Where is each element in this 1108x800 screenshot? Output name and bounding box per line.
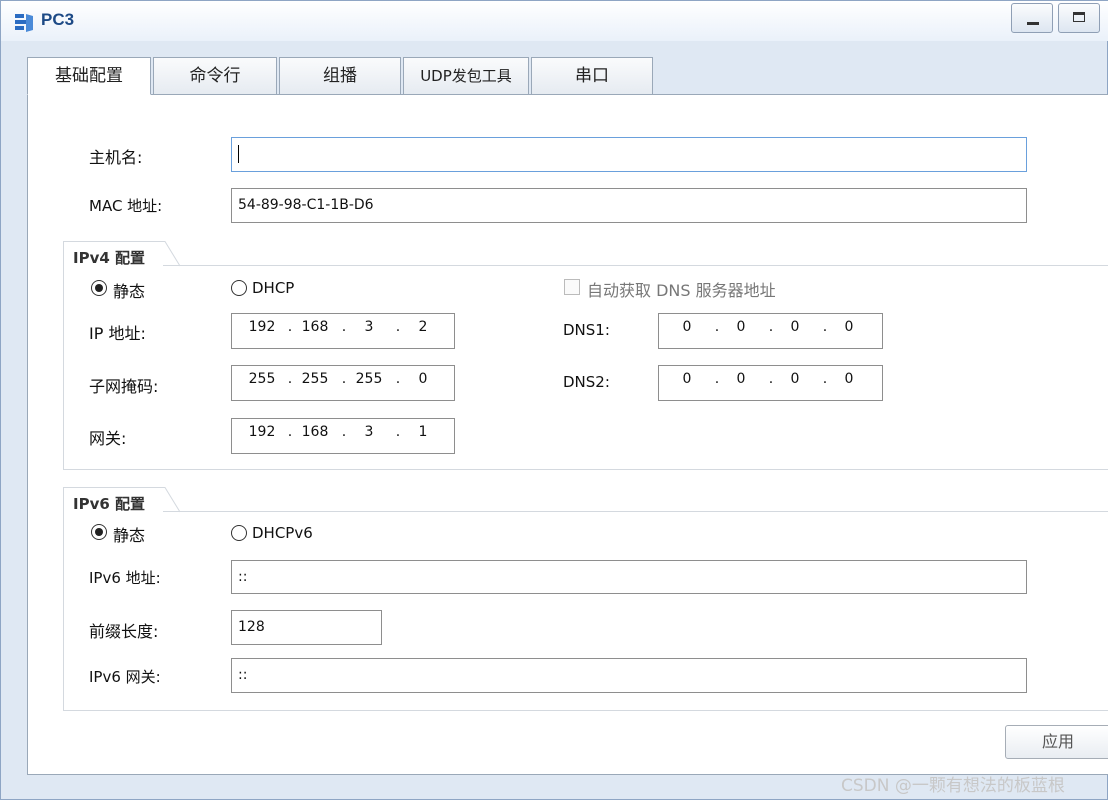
ip-dot: .: [395, 319, 401, 335]
gateway-octet: 3: [364, 424, 374, 440]
window-title: PC3: [41, 10, 75, 29]
ipv6-static-label: 静态: [113, 526, 146, 545]
watermark-text: CSDN @一颗有想法的板蓝根: [841, 776, 1065, 796]
ipv4-group: [63, 265, 1108, 470]
hostname-label: 主机名:: [89, 148, 143, 167]
maximize-button[interactable]: [1058, 3, 1100, 33]
ip-address-label: IP 地址:: [89, 324, 146, 343]
dns1-octet: 0: [844, 319, 854, 335]
dns1-octet: 0: [790, 319, 800, 335]
gateway-octet: 1: [418, 424, 428, 440]
tab-label: 组播: [323, 66, 357, 86]
gateway-label: 网关:: [89, 429, 127, 448]
subnet-mask-label: 子网掩码:: [89, 377, 159, 396]
ipv6-gateway-value: ::: [238, 667, 248, 683]
mask-octet: 0: [418, 371, 428, 387]
apply-button[interactable]: 应用: [1005, 725, 1108, 759]
dns1-octet: 0: [682, 319, 692, 335]
prefix-length-input[interactable]: 128: [231, 610, 382, 645]
gateway-dot: .: [395, 424, 401, 440]
subnet-mask-input[interactable]: 255 . 255 . 255 . 0: [231, 365, 455, 401]
tab-label: UDP发包工具: [420, 67, 512, 85]
dns2-dot: .: [768, 371, 774, 387]
gateway-dot: .: [287, 424, 293, 440]
mask-octet: 255: [248, 371, 276, 387]
dns2-octet: 0: [736, 371, 746, 387]
auto-dns-checkbox[interactable]: [564, 279, 580, 295]
group-tab-slant: [161, 487, 181, 513]
radio-selected-dot: [95, 528, 103, 536]
ip-octet: 168: [301, 319, 329, 335]
mask-dot: .: [287, 371, 293, 387]
group-tab-slant: [161, 241, 181, 267]
dns2-dot: .: [714, 371, 720, 387]
mac-address-field[interactable]: 54-89-98-C1-1B-D6: [231, 188, 1027, 223]
mask-dot: .: [341, 371, 347, 387]
maximize-icon: [1073, 12, 1085, 22]
gateway-octet: 192: [248, 424, 276, 440]
ipv4-dhcp-label: DHCP: [252, 279, 295, 297]
mask-octet: 255: [301, 371, 329, 387]
ip-octet: 192: [248, 319, 276, 335]
dns1-input[interactable]: 0 . 0 . 0 . 0: [658, 313, 883, 349]
ipv6-static-radio[interactable]: [91, 524, 107, 540]
apply-button-label: 应用: [1042, 732, 1075, 751]
tab-multicast[interactable]: 组播: [279, 57, 401, 95]
auto-dns-label: 自动获取 DNS 服务器地址: [587, 281, 776, 300]
dns1-label: DNS1:: [563, 321, 610, 339]
ip-address-input[interactable]: 192 . 168 . 3 . 2: [231, 313, 455, 349]
ipv6-address-value: ::: [238, 569, 248, 585]
dns2-dot: .: [822, 371, 828, 387]
mask-dot: .: [395, 371, 401, 387]
ipv4-static-label: 静态: [113, 282, 146, 301]
prefix-length-label: 前缀长度:: [89, 622, 159, 641]
dns1-octet: 0: [736, 319, 746, 335]
ipv4-group-title: IPv4 配置: [73, 249, 146, 267]
prefix-length-value: 128: [238, 619, 265, 635]
minimize-button[interactable]: [1011, 3, 1053, 33]
mac-value: 54-89-98-C1-1B-D6: [238, 197, 374, 213]
ipv6-dhcp-label: DHCPv6: [252, 524, 313, 542]
tab-udp-tool[interactable]: UDP发包工具: [403, 57, 529, 95]
ip-dot: .: [341, 319, 347, 335]
gateway-dot: .: [341, 424, 347, 440]
gateway-octet: 168: [301, 424, 329, 440]
ipv6-address-input[interactable]: ::: [231, 560, 1027, 594]
dns2-octet: 0: [844, 371, 854, 387]
mac-label: MAC 地址:: [89, 197, 163, 215]
tab-label: 串口: [575, 66, 609, 86]
dns2-label: DNS2:: [563, 373, 610, 391]
ipv6-gateway-label: IPv6 网关:: [89, 668, 161, 686]
radio-selected-dot: [95, 284, 103, 292]
gateway-input[interactable]: 192 . 168 . 3 . 1: [231, 418, 455, 454]
dns1-dot: .: [768, 319, 774, 335]
dns2-octet: 0: [790, 371, 800, 387]
text-caret: [238, 145, 239, 163]
tab-basic-config[interactable]: 基础配置: [27, 57, 151, 95]
tab-serial-port[interactable]: 串口: [531, 57, 653, 95]
pc3-window: PC3 基础配置 命令行 组播 UDP发包工具 串口 主机名: MAC 地址: …: [0, 0, 1108, 800]
ipv4-dhcp-radio[interactable]: [231, 280, 247, 296]
dns2-input[interactable]: 0 . 0 . 0 . 0: [658, 365, 883, 401]
minimize-icon: [1027, 22, 1039, 25]
ipv6-address-label: IPv6 地址:: [89, 569, 161, 587]
ipv6-group-title: IPv6 配置: [73, 495, 146, 513]
dns1-dot: .: [822, 319, 828, 335]
mask-octet: 255: [355, 371, 383, 387]
ipv6-dhcp-radio[interactable]: [231, 525, 247, 541]
title-bar[interactable]: PC3: [1, 1, 1108, 41]
ipv6-gateway-input[interactable]: ::: [231, 658, 1027, 693]
hostname-input[interactable]: [231, 137, 1027, 172]
tab-label: 基础配置: [55, 66, 123, 86]
tab-label: 命令行: [189, 66, 241, 86]
ip-octet: 3: [364, 319, 374, 335]
dns1-dot: .: [714, 319, 720, 335]
ip-dot: .: [287, 319, 293, 335]
ip-octet: 2: [418, 319, 428, 335]
ipv4-static-radio[interactable]: [91, 280, 107, 296]
network-pc-icon: [15, 14, 33, 32]
dns2-octet: 0: [682, 371, 692, 387]
tab-command-line[interactable]: 命令行: [153, 57, 277, 95]
